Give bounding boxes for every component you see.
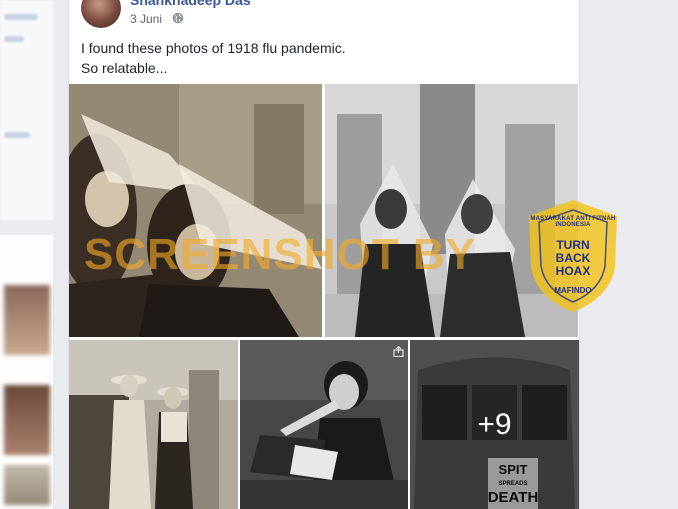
share-icon[interactable] xyxy=(393,346,404,357)
avatar[interactable] xyxy=(81,0,121,28)
left-sidebar xyxy=(0,0,55,509)
post-text-line2: So relatable... xyxy=(81,60,168,76)
badge-mafindo-text: MAFINDO xyxy=(554,286,592,295)
turnbackhoax-badge: MASYARAKAT ANTI FITNAH INDONESIA TURN BA… xyxy=(525,198,621,314)
photo-5-streetcar[interactable]: SPIT SPREADS DEATH +9 xyxy=(410,340,579,509)
badge-hoax-text: HOAX xyxy=(555,264,591,278)
photo-3-women-walking[interactable] xyxy=(69,340,238,509)
author-name-link[interactable]: Shankhadeep Das xyxy=(130,0,251,8)
post-date-link[interactable]: 3 Juni xyxy=(130,12,162,26)
left-card-photos xyxy=(0,235,53,509)
post-card: Shankhadeep Das 3 Juni I found these pho… xyxy=(68,0,580,509)
badge-turn-text: TURN xyxy=(556,238,590,252)
globe-icon[interactable] xyxy=(172,12,184,24)
photo-1-cone-masks[interactable] xyxy=(69,84,322,337)
photo-4-typist[interactable] xyxy=(240,340,408,509)
badge-back-text: BACK xyxy=(555,251,591,265)
more-photos-overlay[interactable]: +9 xyxy=(410,340,579,509)
post-text: I found these photos of 1918 flu pandemi… xyxy=(81,38,346,78)
left-card-blurred xyxy=(0,0,53,220)
badge-arc-top-text: MASYARAKAT ANTI FITNAH INDONESIA xyxy=(530,216,616,228)
more-photos-count[interactable]: +9 xyxy=(477,408,511,442)
post-text-line1: I found these photos of 1918 flu pandemi… xyxy=(81,40,346,56)
